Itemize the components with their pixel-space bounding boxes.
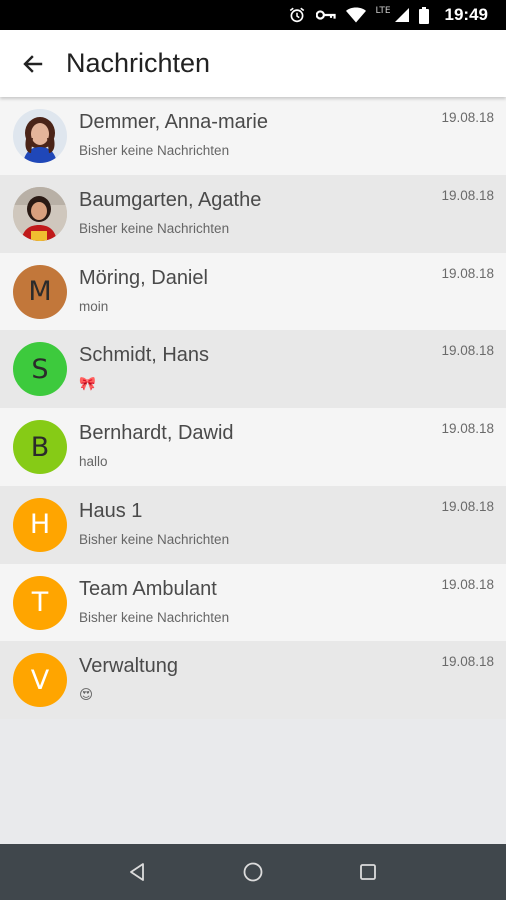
avatar: V — [13, 653, 67, 708]
user-photo-icon — [13, 109, 67, 163]
alarm-icon — [288, 6, 306, 24]
message-preview: Bisher keine Nachrichten — [79, 143, 230, 158]
message-preview: 🎀 — [79, 376, 96, 392]
contact-name: Möring, Daniel — [79, 266, 208, 289]
contact-name: Team Ambulant — [79, 577, 217, 600]
message-date: 19.08.18 — [441, 265, 494, 281]
conversation-row[interactable]: M Möring, Daniel moin 19.08.18 — [0, 252, 506, 331]
message-date: 19.08.18 — [441, 421, 494, 436]
contact-name: Demmer, Anna-marie — [79, 111, 268, 133]
contact-name: Bernhardt, Dawid — [79, 422, 234, 444]
avatar: H — [13, 497, 67, 552]
conversation-row[interactable]: B Bernhardt, Dawid hallo 19.08.18 — [0, 408, 506, 486]
message-date: 19.08.18 — [441, 576, 494, 592]
system-nav-bar — [0, 844, 506, 900]
battery-icon — [418, 6, 429, 24]
message-date: 19.08.18 — [441, 187, 494, 203]
message-date: 19.08.18 — [441, 654, 494, 670]
home-circle-icon — [243, 862, 263, 882]
back-button[interactable] — [18, 49, 48, 79]
contact-name: Baumgarten, Agathe — [79, 188, 262, 211]
nav-back-button[interactable] — [118, 852, 158, 892]
clock: 19:49 — [444, 5, 488, 24]
conversation-row[interactable]: H Haus 1 Bisher keine Nachrichten 19.08.… — [0, 485, 506, 564]
avatar — [13, 186, 67, 241]
network-type: LTE — [375, 6, 391, 16]
nav-home-button[interactable] — [233, 852, 273, 892]
arrow-left-icon — [23, 54, 43, 73]
conversation-row[interactable]: Demmer, Anna-marie Bisher keine Nachrich… — [0, 97, 506, 175]
message-preview: Bisher keine Nachrichten — [79, 609, 230, 625]
contact-name: Haus 1 — [79, 499, 143, 522]
avatar: T — [13, 575, 67, 630]
avatar: S — [13, 342, 67, 397]
user-photo-icon — [13, 186, 67, 241]
back-triangle-icon — [129, 863, 144, 881]
avatar: B — [13, 420, 67, 474]
message-date: 19.08.18 — [441, 343, 494, 359]
message-date: 19.08.18 — [441, 498, 494, 514]
contact-name: Schmidt, Hans — [79, 344, 210, 367]
message-preview: moin — [79, 298, 109, 314]
conversation-row[interactable]: T Team Ambulant Bisher keine Nachrichten… — [0, 563, 506, 642]
message-preview: Bisher keine Nachrichten — [79, 220, 230, 236]
message-date: 19.08.18 — [441, 110, 494, 125]
vpn-key-icon — [315, 8, 336, 22]
wifi-icon — [345, 7, 366, 23]
avatar: M — [13, 264, 67, 319]
recents-square-icon — [360, 864, 377, 880]
message-preview: Bisher keine Nachrichten — [79, 531, 230, 547]
page-title: Nachrichten — [66, 48, 211, 78]
avatar — [13, 109, 67, 163]
conversation-row[interactable]: Baumgarten, Agathe Bisher keine Nachrich… — [0, 174, 506, 253]
contact-name: Verwaltung — [79, 655, 178, 678]
app-bar: Nachrichten — [0, 30, 506, 97]
conversation-list: Demmer, Anna-marie Bisher keine Nachrich… — [0, 97, 506, 719]
message-preview: 😍 — [79, 687, 94, 703]
message-preview: hallo — [79, 454, 108, 469]
nav-recents-button[interactable] — [348, 852, 388, 892]
signal-icon — [394, 8, 409, 22]
conversation-row[interactable]: V Verwaltung 😍 19.08.18 — [0, 641, 506, 719]
status-bar: LTE 19:49 — [0, 0, 506, 30]
conversation-row[interactable]: S Schmidt, Hans 🎀 19.08.18 — [0, 330, 506, 408]
